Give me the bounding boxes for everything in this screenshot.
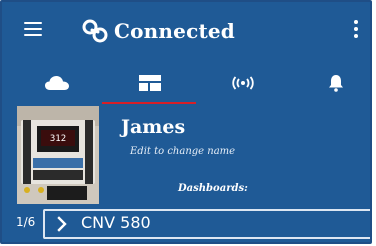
broadcast-icon	[231, 76, 254, 90]
device-photo[interactable]: 312	[17, 106, 99, 204]
tab-cloud[interactable]	[10, 62, 103, 104]
app-title: Connected	[114, 19, 235, 43]
dashboards-label: Dashboards:	[178, 183, 248, 194]
dashboard-name[interactable]: CNV 580	[81, 213, 151, 232]
edit-name-hint[interactable]: Edit to change name	[130, 146, 235, 157]
cloud-icon	[44, 76, 69, 90]
device-photo-image: 312	[17, 106, 99, 204]
app-bar: Connected	[2, 2, 370, 62]
dashboard-icon	[138, 75, 161, 91]
app-title-group: Connected	[80, 16, 235, 46]
more-vert-icon[interactable]	[354, 20, 358, 38]
link-icon	[82, 19, 108, 43]
device-photo-readout: 312	[50, 134, 66, 144]
tab-broadcast[interactable]	[196, 62, 289, 104]
chevron-right-icon[interactable]	[55, 216, 69, 232]
tab-bar	[2, 62, 370, 104]
hamburger-menu-icon[interactable]	[24, 22, 42, 36]
dashboard-counter: 1/6	[16, 215, 36, 229]
tab-dashboard[interactable]	[103, 62, 196, 104]
app-frame: Connected 312 James Edit to change name …	[0, 0, 372, 244]
device-name[interactable]: James	[121, 116, 185, 138]
tab-notifications[interactable]	[289, 62, 370, 104]
bell-icon	[328, 75, 343, 92]
